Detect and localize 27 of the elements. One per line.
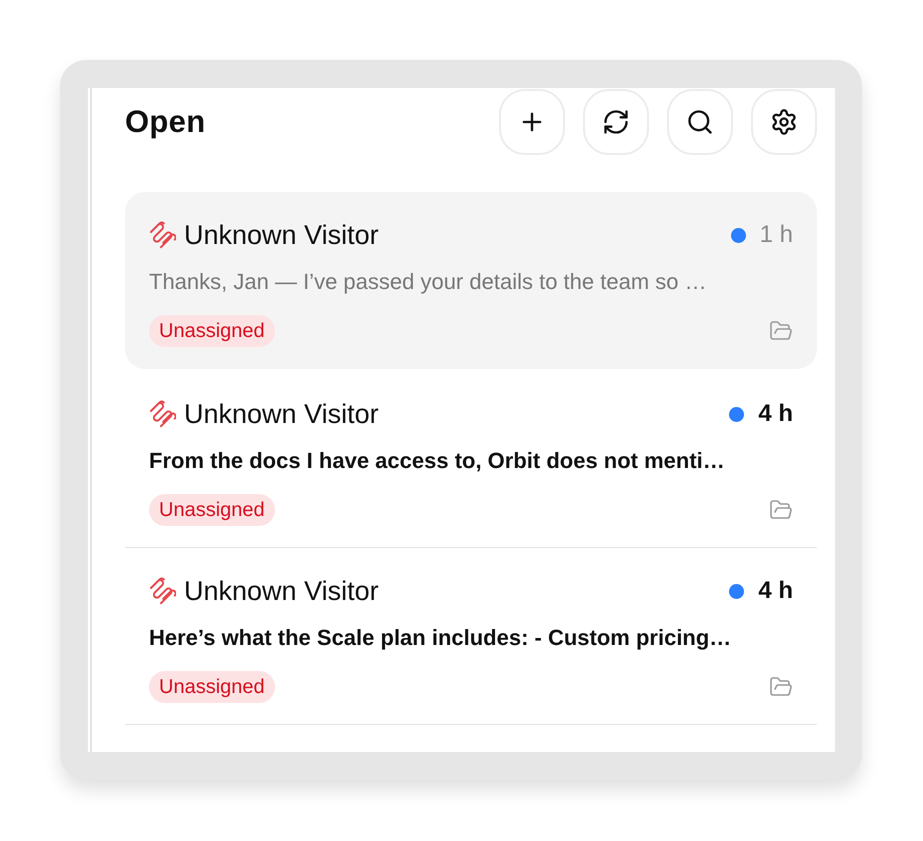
refresh-icon [602, 108, 630, 136]
folder-icon[interactable] [769, 498, 793, 522]
visitor-name: Unknown Visitor [184, 220, 379, 250]
coil-icon [149, 221, 176, 249]
visitor-name: Unknown Visitor [184, 398, 379, 430]
search-icon [686, 108, 714, 136]
time-label: 1 h [760, 221, 793, 249]
visitor-name: Unknown Visitor [184, 576, 379, 606]
conversation-item[interactable]: Unknown Visitor 1 h Thanks, Jan — I’ve passed your details to the team so … Unassigned [125, 192, 817, 369]
search-button[interactable] [667, 89, 733, 155]
message-preview: From the docs I have access to, Orbit does not menti… [149, 448, 726, 474]
refresh-button[interactable] [583, 89, 649, 155]
status-tag: Unassigned [149, 315, 275, 347]
message-preview: Here’s what the Scale plan includes: - Custom pricing… [149, 625, 732, 651]
coil-icon [149, 400, 176, 428]
time-label: 4 h [758, 577, 793, 605]
coil-icon [149, 577, 176, 605]
settings-button[interactable] [751, 89, 817, 155]
settings-icon [770, 108, 798, 136]
panel-title: Open [125, 104, 206, 140]
time-label: 4 h [758, 400, 793, 428]
message-preview: Thanks, Jan — I’ve passed your details to the team so … [149, 269, 708, 295]
status-tag: Unassigned [149, 671, 275, 703]
status-tag: Unassigned [149, 494, 275, 526]
add-button[interactable] [499, 89, 565, 155]
folder-icon[interactable] [769, 319, 793, 343]
folder-icon[interactable] [769, 675, 793, 699]
